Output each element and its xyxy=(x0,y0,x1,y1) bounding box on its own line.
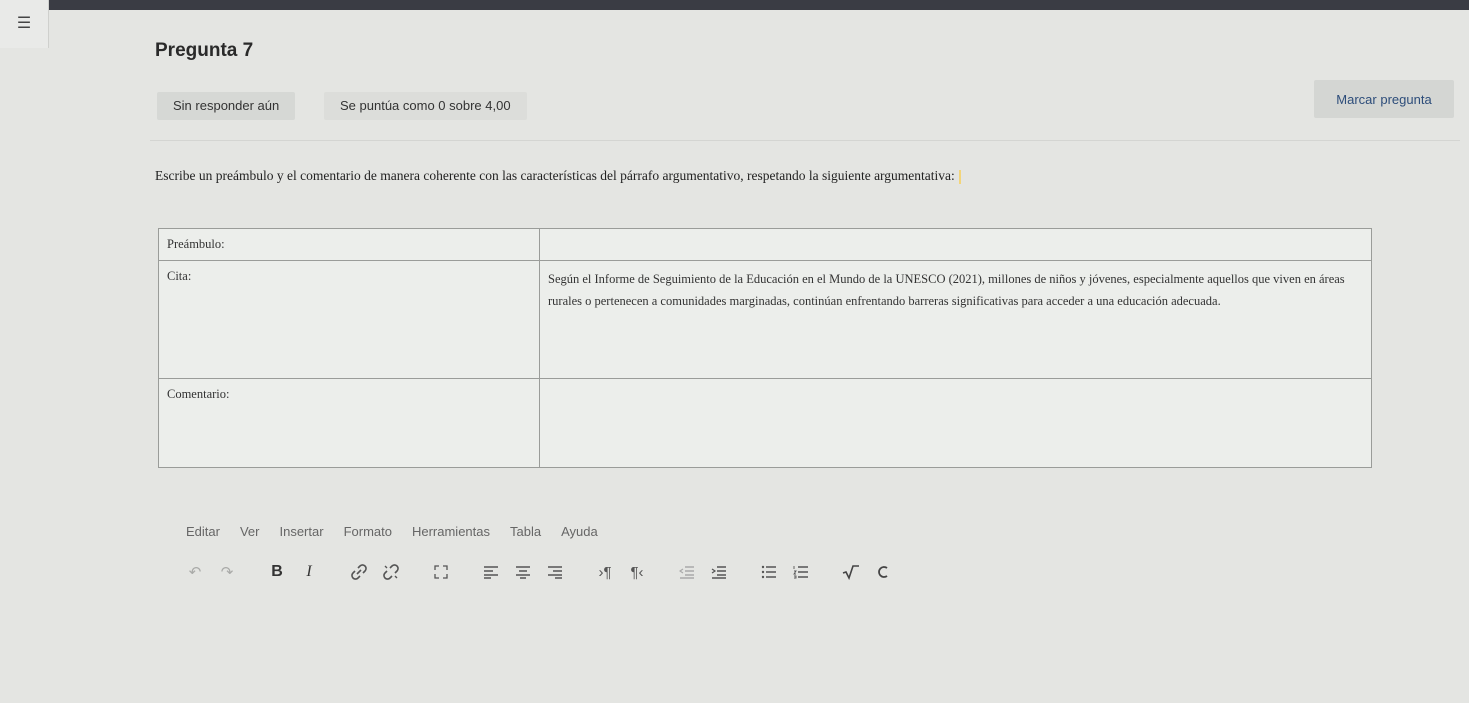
indent-icon[interactable] xyxy=(710,561,728,583)
align-right-icon[interactable] xyxy=(546,561,564,583)
redo-icon[interactable]: ↷ xyxy=(218,561,236,583)
editor-toolbar: ↶ ↷ B I ›¶ ¶‹ xyxy=(186,560,906,584)
table-cell-content[interactable] xyxy=(539,378,1372,468)
menu-edit[interactable]: Editar xyxy=(186,524,220,539)
menu-help[interactable]: Ayuda xyxy=(561,524,598,539)
numbered-list-icon[interactable] xyxy=(792,561,810,583)
menu-view[interactable]: Ver xyxy=(240,524,260,539)
header-divider xyxy=(150,140,1460,141)
bold-button[interactable]: B xyxy=(268,561,286,583)
fullscreen-icon[interactable] xyxy=(432,561,450,583)
table-row: Preámbulo: xyxy=(158,228,1372,261)
window-top-bar xyxy=(0,0,1469,10)
table-cell-label[interactable]: Comentario: xyxy=(158,378,540,468)
table-cell-content[interactable] xyxy=(539,228,1372,261)
drawer-toggle[interactable]: ☰ xyxy=(0,0,49,48)
ltr-button[interactable]: ›¶ xyxy=(596,561,614,583)
undo-icon[interactable]: ↶ xyxy=(186,561,204,583)
bullet-list-icon[interactable] xyxy=(760,561,778,583)
rtl-button[interactable]: ¶‹ xyxy=(628,561,646,583)
equation-icon[interactable] xyxy=(842,561,860,583)
table-row: Comentario: xyxy=(158,378,1372,468)
unlink-icon[interactable] xyxy=(382,561,400,583)
flag-question-button[interactable]: Marcar pregunta xyxy=(1314,80,1454,118)
question-prompt-text: Escribe un preámbulo y el comentario de … xyxy=(155,168,955,183)
hamburger-icon: ☰ xyxy=(16,15,32,32)
link-icon[interactable] xyxy=(350,561,368,583)
score-badge: Se puntúa como 0 sobre 4,00 xyxy=(324,92,527,120)
table-cell-label[interactable]: Preámbulo: xyxy=(158,228,540,261)
editor-menubar: Editar Ver Insertar Formato Herramientas… xyxy=(186,524,598,539)
menu-format[interactable]: Formato xyxy=(344,524,392,539)
text-cursor xyxy=(958,169,961,184)
chemistry-icon[interactable] xyxy=(874,561,892,583)
italic-button[interactable]: I xyxy=(300,561,318,583)
table-cell-content[interactable]: Según el Informe de Seguimiento de la Ed… xyxy=(539,260,1372,379)
align-center-icon[interactable] xyxy=(514,561,532,583)
outdent-icon[interactable] xyxy=(678,561,696,583)
align-left-icon[interactable] xyxy=(482,561,500,583)
status-badge: Sin responder aún xyxy=(157,92,296,120)
table-cell-label[interactable]: Cita: xyxy=(158,260,540,379)
menu-table[interactable]: Tabla xyxy=(510,524,541,539)
question-title: Pregunta 7 xyxy=(155,40,254,61)
menu-tools[interactable]: Herramientas xyxy=(412,524,490,539)
answer-table: Preámbulo: Cita: Según el Informe de Seg… xyxy=(158,228,1372,468)
table-row: Cita: Según el Informe de Seguimiento de… xyxy=(158,260,1372,379)
question-prompt: Escribe un preámbulo y el comentario de … xyxy=(155,168,1355,184)
menu-insert[interactable]: Insertar xyxy=(279,524,323,539)
